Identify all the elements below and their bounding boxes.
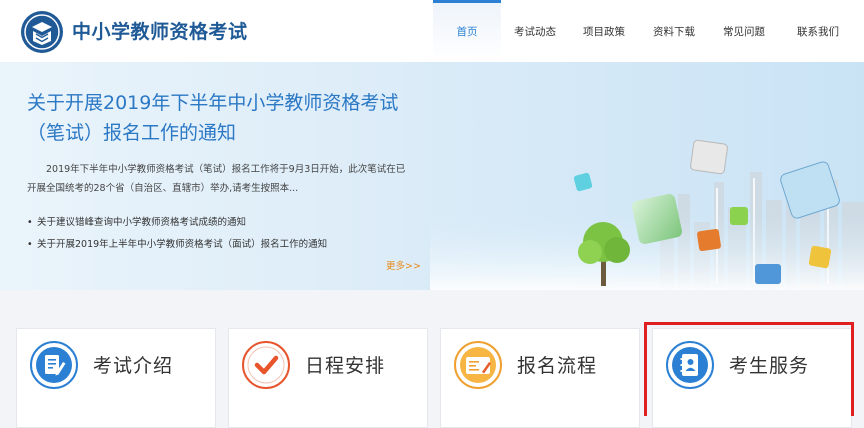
site-logo-icon[interactable]: [20, 10, 64, 54]
main-nav: 首页 考试动态 项目政策 资料下载 常见问题 联系我们: [433, 0, 857, 62]
nav-downloads[interactable]: 资料下载: [639, 0, 709, 62]
news-list: • 关于建议错峰查询中小学教师资格考试成绩的通知 • 关于开展2019年上半年中小学…: [27, 212, 417, 256]
card-exam-intro[interactable]: 考试介绍: [16, 328, 216, 428]
banner-description: 2019年下半年中小学教师资格考试（笔试）报名工作将于9月3日开始，此次笔试在已…: [27, 164, 406, 194]
site-title[interactable]: 中小学教师资格考试: [72, 17, 248, 44]
nav-faq[interactable]: 常见问题: [709, 0, 779, 62]
registration-form-icon: [454, 341, 502, 389]
news-item-label: 关于开展2019年上半年中小学教师资格考试（面试）报名工作的通知: [37, 239, 328, 250]
bullet-icon: •: [27, 239, 33, 250]
news-item-label: 关于建议错峰查询中小学教师资格考试成绩的通知: [37, 217, 247, 228]
more-news-link[interactable]: 更多>>: [386, 258, 421, 272]
banner-headline-link[interactable]: 关于开展2019年下半年中小学教师资格考试（笔试）报名工作的通知: [27, 88, 413, 148]
banner-illustration: [430, 139, 864, 290]
card-label: 报名流程: [517, 355, 598, 377]
nav-exam-news[interactable]: 考试动态: [501, 0, 569, 62]
bullet-icon: •: [27, 217, 33, 228]
card-label: 考试介绍: [93, 355, 174, 377]
card-label: 日程安排: [305, 355, 386, 377]
nav-contact[interactable]: 联系我们: [779, 0, 857, 62]
hero-banner: 关于开展2019年下半年中小学教师资格考试（笔试）报名工作的通知 2019年下半…: [0, 62, 864, 290]
news-item[interactable]: • 关于建议错峰查询中小学教师资格考试成绩的通知: [27, 212, 417, 234]
card-registration-process[interactable]: 报名流程: [440, 328, 640, 428]
highlight-annotation-box: [644, 322, 854, 416]
news-item[interactable]: • 关于开展2019年上半年中小学教师资格考试（面试）报名工作的通知: [27, 234, 417, 256]
nav-policy[interactable]: 项目政策: [569, 0, 639, 62]
checkmark-icon: [242, 341, 290, 389]
site-header: 中小学教师资格考试 首页 考试动态 项目政策 资料下载 常见问题 联系我们: [0, 0, 864, 62]
nav-home[interactable]: 首页: [433, 0, 501, 62]
card-schedule[interactable]: 日程安排: [228, 328, 428, 428]
document-edit-icon: [30, 341, 78, 389]
